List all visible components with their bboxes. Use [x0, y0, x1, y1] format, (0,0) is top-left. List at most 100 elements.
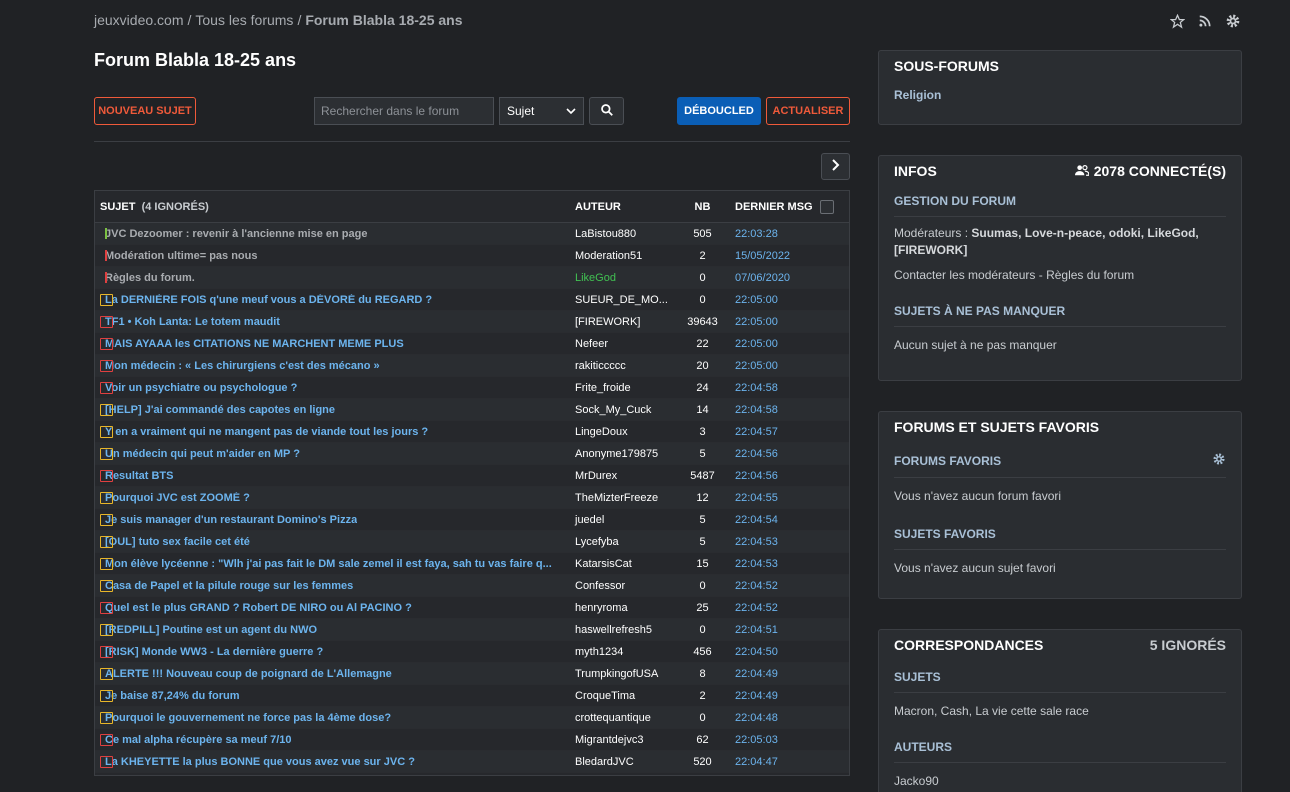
topic-author[interactable]: CroqueTima [570, 690, 680, 702]
topic-last-message[interactable]: 22:04:52 [725, 580, 820, 592]
search-input[interactable] [314, 97, 494, 125]
next-page-button[interactable] [821, 153, 850, 180]
topic-author[interactable]: myth1234 [570, 646, 680, 658]
table-row[interactable]: La DERNIÈRE FOIS q'une meuf vous a DÉVOR… [95, 289, 849, 311]
topic-title[interactable]: Je baise 87,24% du forum [105, 690, 240, 702]
topic-title[interactable]: Un médecin qui peut m'aider en MP ? [105, 448, 300, 460]
topic-title[interactable]: Pourquoi le gouvernement ne force pas la… [105, 712, 391, 724]
table-row[interactable]: Quel est le plus GRAND ? Robert DE NIRO … [95, 597, 849, 619]
topic-last-message[interactable]: 22:05:00 [725, 316, 820, 328]
table-row[interactable]: Pourquoi le gouvernement ne force pas la… [95, 707, 849, 729]
topic-title[interactable]: MAIS AYAAA les CITATIONS NE MARCHENT MEM… [105, 338, 404, 350]
topic-last-message[interactable]: 22:04:58 [725, 382, 820, 394]
topic-title[interactable]: La DERNIÈRE FOIS q'une meuf vous a DÉVOR… [105, 294, 432, 306]
table-row[interactable]: Ce mal alpha récupère sa meuf 7/10 Migran… [95, 729, 849, 751]
topic-title[interactable]: [REDPILL] Poutine est un agent du NWO [105, 624, 317, 636]
topic-last-message[interactable]: 22:05:00 [725, 294, 820, 306]
topic-author[interactable]: Anonyme179875 [570, 448, 680, 460]
table-row[interactable]: Voir un psychiatre ou psychologue ? Frite… [95, 377, 849, 399]
topic-last-message[interactable]: 22:04:51 [725, 624, 820, 636]
topic-title[interactable]: La KHEYETTE la plus BONNE que vous avez … [105, 756, 415, 768]
table-row[interactable]: [REDPILL] Poutine est un agent du NWO has… [95, 619, 849, 641]
ignored-count[interactable]: (4 IGNORÉS) [142, 201, 209, 213]
topic-title[interactable]: Mon médecin : « Les chirurgiens c'est de… [105, 360, 380, 372]
topic-title[interactable]: TF1 • Koh Lanta: Le totem maudit [105, 316, 280, 328]
topic-last-message[interactable]: 15/05/2022 [725, 250, 820, 262]
topic-author[interactable]: Nefeer [570, 338, 680, 350]
topic-last-message[interactable]: 22:04:50 [725, 646, 820, 658]
topic-author[interactable]: juedel [570, 514, 680, 526]
topic-author[interactable]: LingeDoux [570, 426, 680, 438]
topic-title[interactable]: [OUL] tuto sex facile cet été [105, 536, 250, 548]
search-button[interactable] [589, 97, 624, 125]
topic-title[interactable]: Pourquoi JVC est ZOOMÉ ? [105, 492, 250, 504]
topic-last-message[interactable]: 22:04:53 [725, 536, 820, 548]
topic-last-message[interactable]: 22:04:52 [725, 602, 820, 614]
table-row[interactable]: [HELP] J'ai commandé des capotes en lign… [95, 399, 849, 421]
topic-author[interactable]: LaBistou880 [570, 228, 680, 240]
sous-forum-link[interactable]: Religion [879, 87, 1241, 104]
topic-author[interactable]: LikeGod [570, 272, 680, 284]
topic-title[interactable]: Resultat BTS [105, 470, 173, 482]
rules-link[interactable]: Règles du forum [1046, 268, 1134, 282]
topic-last-message[interactable]: 22:05:00 [725, 360, 820, 372]
topic-last-message[interactable]: 22:04:49 [725, 668, 820, 680]
topic-author[interactable]: Frite_froide [570, 382, 680, 394]
topic-title[interactable]: Modération ultime= pas nous [105, 250, 258, 262]
topic-last-message[interactable]: 22:05:03 [725, 734, 820, 746]
star-icon[interactable] [1168, 12, 1186, 30]
table-row[interactable]: Je suis manager d'un restaurant Domino's… [95, 509, 849, 531]
topic-author[interactable]: rakiticcccc [570, 360, 680, 372]
table-row[interactable]: Pourquoi JVC est ZOOMÉ ? TheMizterFreeze 1… [95, 487, 849, 509]
new-topic-button[interactable]: NOUVEAU SUJET [94, 97, 196, 125]
topic-title[interactable]: Quel est le plus GRAND ? Robert DE NIRO … [105, 602, 412, 614]
topic-last-message[interactable]: 07/06/2020 [725, 272, 820, 284]
topic-title[interactable]: Mon élève lycéenne : "Wlh j'ai pas fait … [105, 558, 552, 570]
table-row[interactable]: Modération ultime= pas nous Moderation51 2… [95, 245, 849, 267]
topic-last-message[interactable]: 22:04:47 [725, 756, 820, 768]
select-all-checkbox[interactable] [820, 199, 834, 214]
table-row[interactable]: Y en a vraiment qui ne mangent pas de vi… [95, 421, 849, 443]
topic-author[interactable]: crottequantique [570, 712, 680, 724]
topic-author[interactable]: SUEUR_DE_MO... [570, 294, 680, 306]
topic-last-message[interactable]: 22:04:49 [725, 690, 820, 702]
topic-title[interactable]: Voir un psychiatre ou psychologue ? [105, 382, 297, 394]
table-row[interactable]: Casa de Papel et la pilule rouge sur les… [95, 575, 849, 597]
table-row[interactable]: Je baise 87,24% du forum CroqueTima 2 22:04… [95, 685, 849, 707]
topic-author[interactable]: Sock_My_Cuck [570, 404, 680, 416]
topic-author[interactable]: BledardJVC [570, 756, 680, 768]
topic-title[interactable]: [RISK] Monde WW3 - La dernière guerre ? [105, 646, 323, 658]
topic-author[interactable]: henryroma [570, 602, 680, 614]
topic-last-message[interactable]: 22:04:54 [725, 514, 820, 526]
topic-title[interactable]: Y en a vraiment qui ne mangent pas de vi… [105, 426, 428, 438]
table-row[interactable]: MAIS AYAAA les CITATIONS NE MARCHENT MEM… [95, 333, 849, 355]
topic-last-message[interactable]: 22:04:48 [725, 712, 820, 724]
topic-title[interactable]: ALERTE !!! Nouveau coup de poignard de L… [105, 668, 392, 680]
table-row[interactable]: ALERTE !!! Nouveau coup de poignard de L… [95, 663, 849, 685]
table-row[interactable]: Mon élève lycéenne : "Wlh j'ai pas fait … [95, 553, 849, 575]
topic-author[interactable]: [FIREWORK] [570, 316, 680, 328]
gear-icon[interactable] [1212, 452, 1226, 469]
topic-author[interactable]: TheMizterFreeze [570, 492, 680, 504]
topic-last-message[interactable]: 22:04:56 [725, 470, 820, 482]
topic-author[interactable]: KatarsisCat [570, 558, 680, 570]
topic-last-message[interactable]: 22:04:53 [725, 558, 820, 570]
topic-last-message[interactable]: 22:03:28 [725, 228, 820, 240]
topic-last-message[interactable]: 22:04:55 [725, 492, 820, 504]
correspondances-ignored[interactable]: 5 IGNORÉS [1150, 637, 1226, 653]
topic-author[interactable]: Lycefyba [570, 536, 680, 548]
topic-last-message[interactable]: 22:04:56 [725, 448, 820, 460]
table-row[interactable]: TF1 • Koh Lanta: Le totem maudit [FIREWOR… [95, 311, 849, 333]
table-row[interactable]: [RISK] Monde WW3 - La dernière guerre ? m… [95, 641, 849, 663]
topic-last-message[interactable]: 22:05:00 [725, 338, 820, 350]
deboucled-button[interactable]: DÉBOUCLED [677, 97, 761, 125]
breadcrumb-forums-link[interactable]: Tous les forums [195, 12, 293, 28]
rss-icon[interactable] [1196, 12, 1214, 30]
topic-title[interactable]: JVC Dezoomer : revenir à l'ancienne mise… [105, 228, 367, 240]
breadcrumb-site-link[interactable]: jeuxvideo.com [94, 12, 184, 28]
table-row[interactable]: La KHEYETTE la plus BONNE que vous avez … [95, 751, 849, 773]
table-row[interactable]: [OUL] tuto sex facile cet été Lycefyba 5 22… [95, 531, 849, 553]
table-row[interactable]: Un médecin qui peut m'aider en MP ? Anony… [95, 443, 849, 465]
table-row[interactable]: Mon médecin : « Les chirurgiens c'est de… [95, 355, 849, 377]
topic-title[interactable]: [HELP] J'ai commandé des capotes en lign… [105, 404, 335, 416]
